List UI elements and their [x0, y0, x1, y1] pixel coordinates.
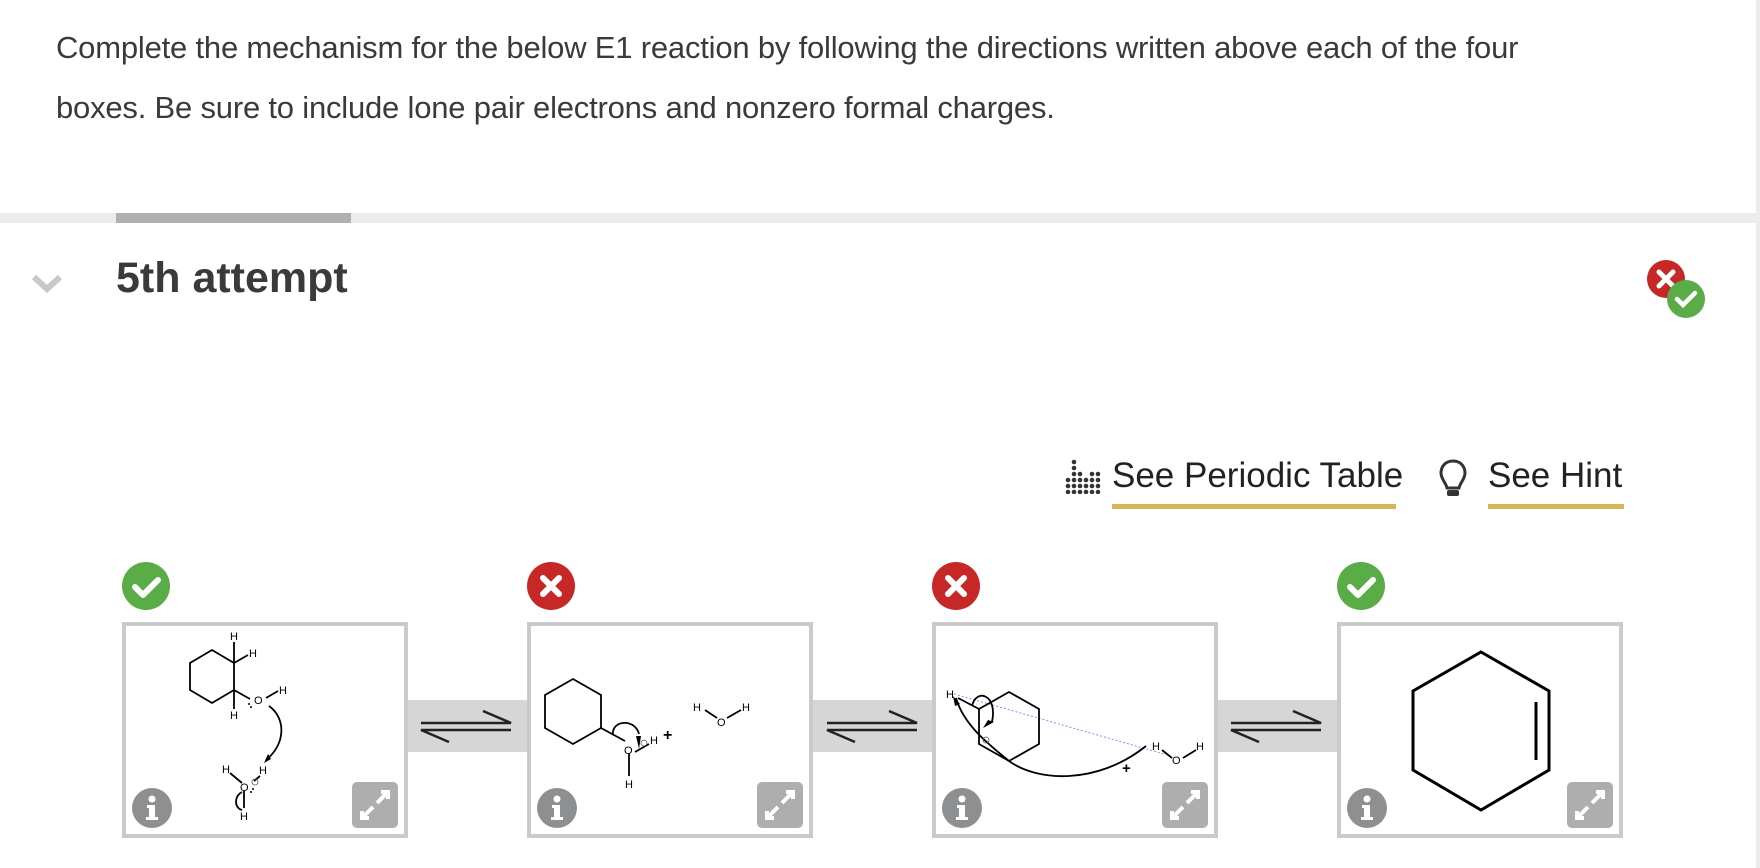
expand-icon[interactable] [757, 782, 803, 828]
equilibrium-connector [405, 700, 527, 752]
atom-o: O [1172, 755, 1181, 767]
lightbulb-icon [1439, 459, 1467, 496]
plus-sign: + [1122, 760, 1131, 777]
atom-o: O [717, 717, 726, 729]
equilibrium-connector [812, 700, 932, 752]
atom-h: H [742, 702, 750, 714]
atom-h: H [222, 764, 230, 776]
atom-h: H [259, 765, 267, 777]
step-4-drawing-box[interactable] [1337, 622, 1623, 838]
attempt-tab-active[interactable] [116, 213, 351, 223]
step-1-correct-icon [122, 562, 170, 610]
attempt-status-icon [1647, 260, 1705, 318]
see-hint-label: See Hint [1488, 456, 1623, 495]
atom-o: O [254, 695, 263, 707]
atom-h: H [693, 702, 701, 714]
atom-h: H [230, 631, 238, 643]
see-periodic-table-label: See Periodic Table [1112, 456, 1404, 495]
equilibrium-arrow-icon [420, 709, 512, 744]
step-1-drawing-box[interactable]: H H H O H H H O H [122, 622, 408, 838]
help-links: See Periodic Table See Hint [1064, 452, 1624, 512]
step-4-correct-icon [1337, 562, 1385, 610]
step-3-drawing-box[interactable]: H H O H + [932, 622, 1218, 838]
step-2-incorrect-icon [527, 562, 575, 610]
step-3-incorrect-icon [932, 562, 980, 610]
atom-o: O [624, 745, 633, 757]
periodic-table-icon [1065, 459, 1101, 494]
equilibrium-arrow-icon [1230, 709, 1322, 744]
link-underline [1112, 504, 1396, 509]
atom-h: H [946, 689, 954, 701]
equilibrium-connector [1215, 700, 1337, 752]
info-icon[interactable] [942, 788, 982, 828]
atom-h: H [625, 779, 633, 791]
atom-h: H [279, 685, 287, 697]
expand-icon[interactable] [1567, 782, 1613, 828]
atom-h: H [249, 648, 257, 660]
atom-h: H [1196, 741, 1204, 753]
atom-h: H [240, 811, 248, 823]
atom-h: H [650, 735, 658, 747]
expand-icon[interactable] [352, 782, 398, 828]
info-icon[interactable] [132, 788, 172, 828]
scrollbar-track[interactable] [1756, 0, 1760, 868]
collapse-chevron-icon[interactable] [30, 272, 64, 294]
attempt-title: 5th attempt [116, 254, 348, 302]
link-underline [1488, 504, 1624, 509]
atom-h: H [230, 710, 238, 722]
step-2-drawing-box[interactable]: O H H O H H + [527, 622, 813, 838]
equilibrium-arrow-icon [826, 709, 918, 744]
plus-sign: + [663, 727, 672, 744]
atom-h: H [1152, 741, 1160, 753]
expand-icon[interactable] [1162, 782, 1208, 828]
atom-o: O [240, 782, 249, 794]
question-text: Complete the mechanism for the below E1 … [56, 30, 1519, 125]
info-icon[interactable] [537, 788, 577, 828]
info-icon[interactable] [1347, 788, 1387, 828]
